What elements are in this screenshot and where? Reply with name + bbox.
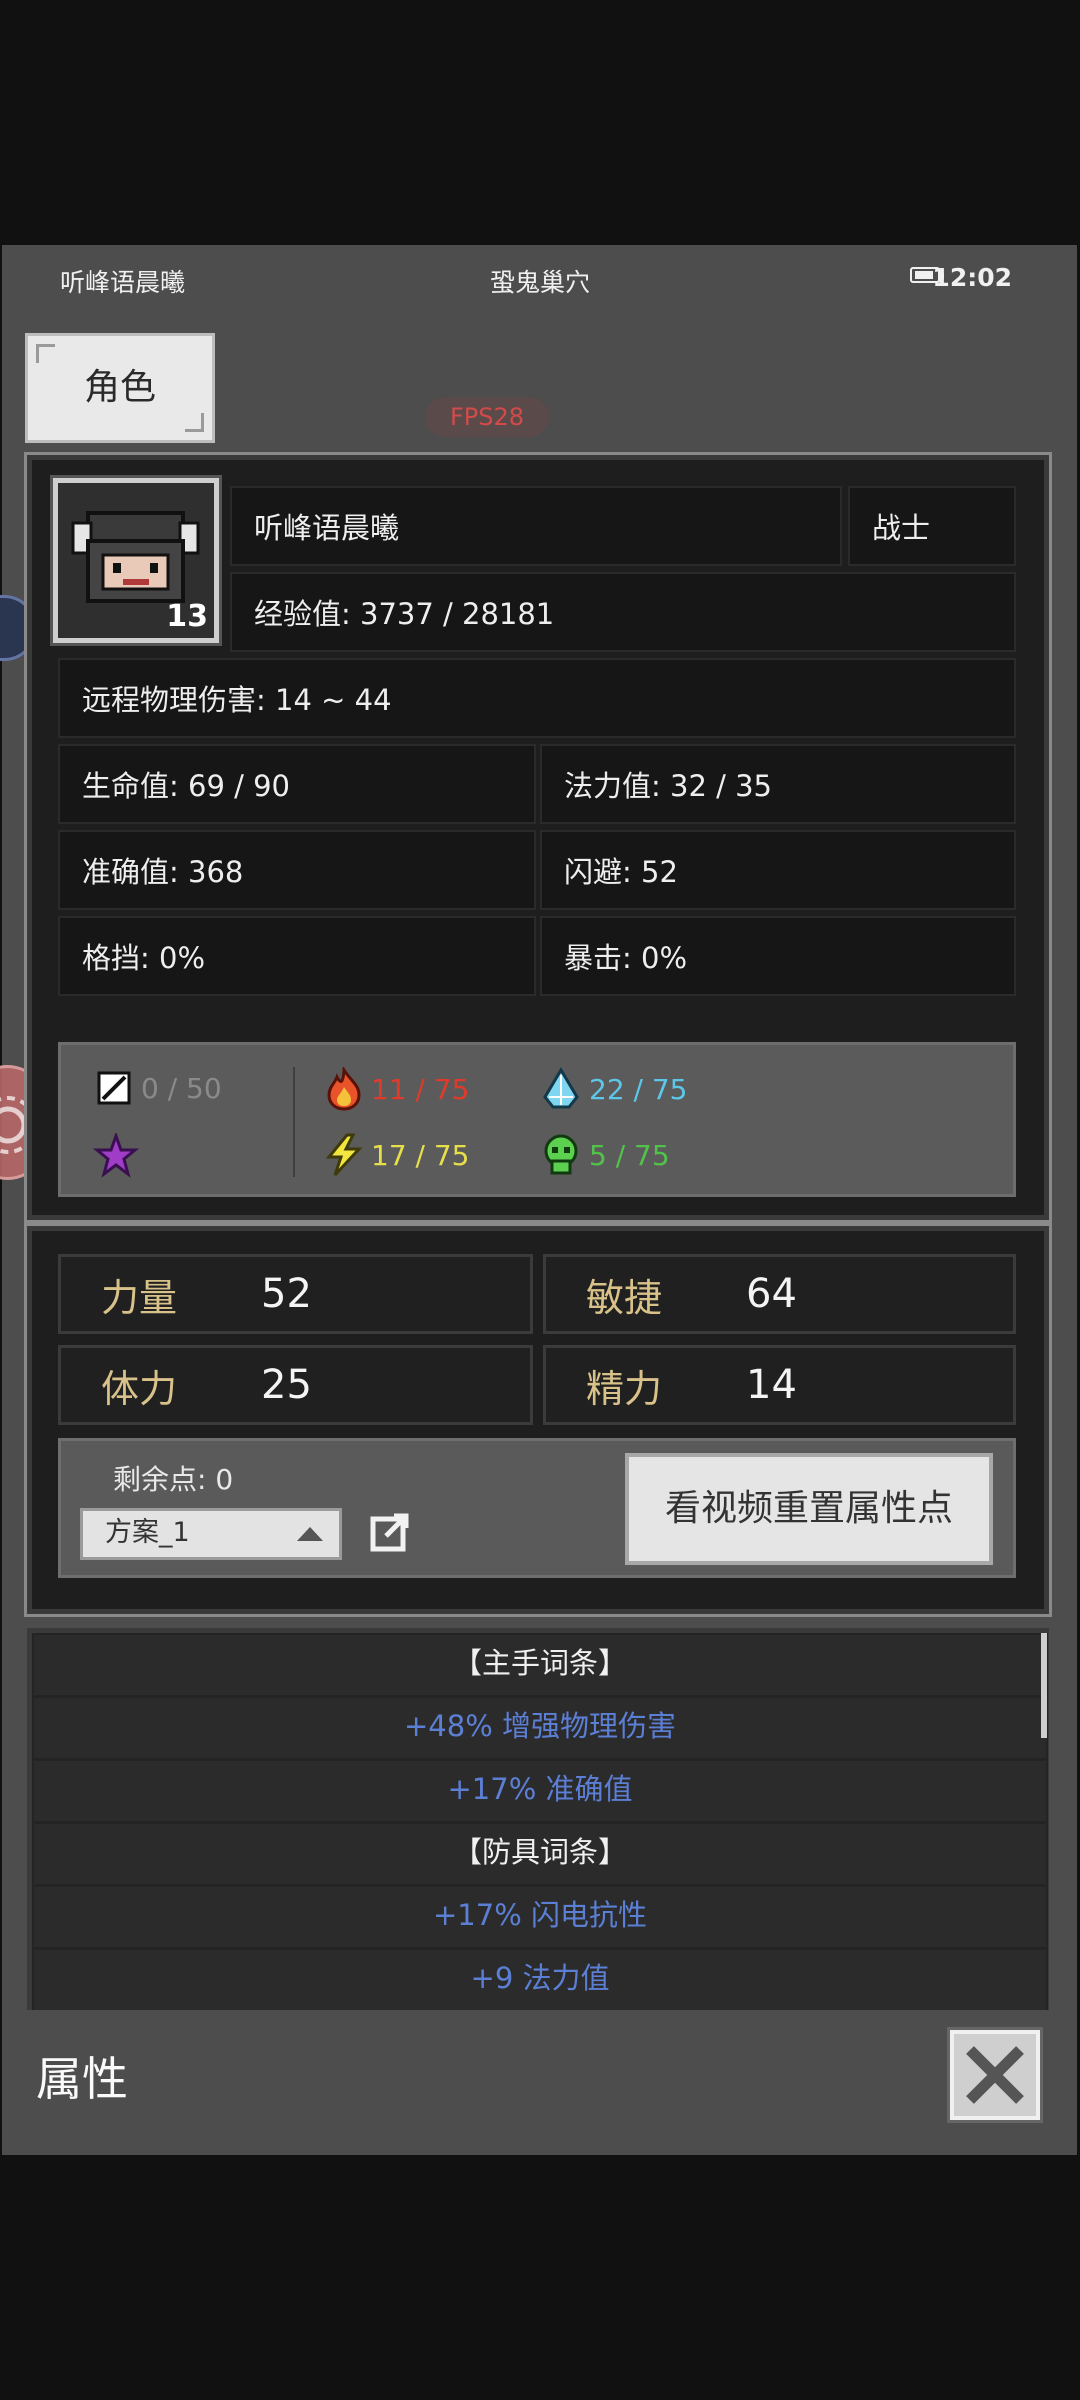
fire-resistance: 11 / 75 <box>323 1067 470 1111</box>
attribute-name: 精力 <box>586 1366 663 1411</box>
plan-select-value: 方案_1 <box>105 1517 190 1548</box>
poison-resist-value: 5 / 75 <box>589 1138 670 1172</box>
reset-attribute-points-button[interactable]: 看视频重置属性点 <box>625 1453 993 1565</box>
attribute-name: 体力 <box>101 1366 178 1411</box>
fps-counter: FPS28 <box>425 397 549 437</box>
crit-value: 暴击: 0% <box>540 916 1016 996</box>
corner-ornament <box>185 413 204 432</box>
corner-ornament <box>36 344 55 363</box>
affix-scrollbar[interactable] <box>1041 1633 1047 1738</box>
poison-resistance: 5 / 75 <box>539 1133 670 1177</box>
affix-list[interactable]: 【主手词条】 +48% 增强物理伤害 +17% 准确值 【防具词条】 +17% … <box>27 1628 1049 2010</box>
attribute-energy: 精力 14 <box>543 1345 1016 1425</box>
character-level: 13 <box>166 599 208 634</box>
attribute-value: 14 <box>746 1362 797 1408</box>
character-name: 听峰语晨曦 <box>230 486 842 566</box>
attribute-stamina: 体力 25 <box>58 1345 533 1425</box>
poison-skull-icon <box>544 1134 578 1175</box>
attribute-name: 力量 <box>101 1275 178 1320</box>
affix-header-mainhand: 【主手词条】 <box>32 1633 1048 1697</box>
attribute-strength: 力量 52 <box>58 1254 533 1334</box>
resistance-box: 0 / 50 11 / 75 22 / 75 17 / 75 5 / 75 <box>58 1042 1016 1197</box>
chevron-up-icon <box>297 1527 323 1541</box>
attribute-value: 64 <box>746 1271 797 1317</box>
plan-select[interactable]: 方案_1 <box>80 1508 342 1560</box>
list-item: +17% 闪电抗性 <box>32 1885 1048 1949</box>
list-item: +9 法力值 <box>32 1948 1048 2010</box>
block-value: 格挡: 0% <box>58 916 536 996</box>
status-bar: 听峰语晨曦 蛩鬼巢穴 12:02 <box>0 245 1080 315</box>
dodge-value: 闪避: 52 <box>540 830 1016 910</box>
attribute-value: 52 <box>261 1271 312 1317</box>
avatar[interactable]: 13 <box>50 475 222 646</box>
accuracy-value: 准确值: 368 <box>58 830 536 910</box>
ranged-physical-damage: 远程物理伤害: 14 ~ 44 <box>58 658 1016 738</box>
ice-resist-value: 22 / 75 <box>589 1072 688 1106</box>
attribute-name: 敏捷 <box>586 1275 663 1320</box>
chaos-resistance <box>93 1133 139 1179</box>
ice-resistance: 22 / 75 <box>539 1067 688 1111</box>
fire-icon <box>327 1067 361 1111</box>
page-title: 属性 <box>36 2052 128 2106</box>
tab-character-label: 角色 <box>83 367 156 408</box>
external-link-icon <box>370 1513 409 1552</box>
ice-icon <box>543 1067 579 1109</box>
lightning-resistance: 17 / 75 <box>323 1133 470 1177</box>
chaos-resist-icon <box>93 1133 139 1178</box>
character-class: 战士 <box>848 486 1016 566</box>
status-time: 12:02 <box>932 263 1012 292</box>
lightning-icon <box>325 1133 363 1177</box>
affix-header-armor: 【防具词条】 <box>32 1822 1048 1886</box>
hp-value: 生命值: 69 / 90 <box>58 744 536 824</box>
physical-resist-icon <box>97 1071 131 1105</box>
attribute-agility: 敏捷 64 <box>543 1254 1016 1334</box>
remaining-points: 剩余点: 0 <box>113 1463 234 1496</box>
list-item: +17% 准确值 <box>32 1759 1048 1823</box>
fire-resist-value: 11 / 75 <box>371 1072 470 1106</box>
physical-resistance: 0 / 50 <box>93 1067 222 1109</box>
attribute-value: 25 <box>261 1362 312 1408</box>
experience-value: 经验值: 3737 / 28181 <box>230 572 1016 652</box>
divider <box>293 1067 295 1177</box>
close-icon <box>966 2046 1024 2104</box>
mp-value: 法力值: 32 / 35 <box>540 744 1016 824</box>
share-icon[interactable] <box>368 1510 412 1554</box>
lightning-resist-value: 17 / 75 <box>371 1138 470 1172</box>
list-item: +48% 增强物理伤害 <box>32 1696 1048 1760</box>
tab-character[interactable]: 角色 <box>25 333 215 443</box>
physical-resist-value: 0 / 50 <box>141 1071 222 1105</box>
close-button[interactable] <box>947 2027 1043 2123</box>
